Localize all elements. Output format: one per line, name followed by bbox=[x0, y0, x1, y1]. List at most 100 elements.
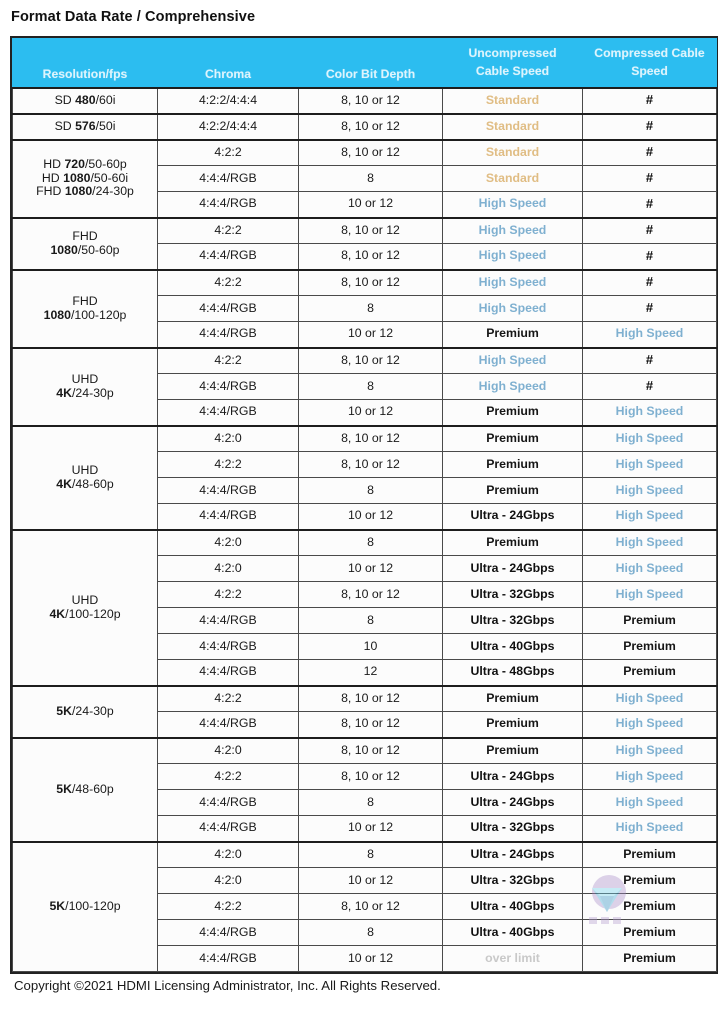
uncompressed-cable-speed-cell-text: High Speed bbox=[478, 222, 547, 237]
table-row: SD 480/60i 4:2:2/4:4:4 8, 10 or 12 Standard… bbox=[12, 86, 717, 114]
resolution-suffix: /24-30p bbox=[72, 385, 114, 400]
resolution-group-cell: SD 480/60i bbox=[12, 86, 158, 114]
chroma-cell: 4:4:4/RGB bbox=[157, 165, 299, 192]
chroma-cell: 4:2:0 bbox=[157, 867, 299, 894]
resolution-line: FHD bbox=[15, 294, 155, 309]
color-bit-depth-cell: 8, 10 or 12 bbox=[298, 711, 443, 738]
resolution-prefix: UHD bbox=[71, 592, 99, 607]
compressed-cable-speed-cell: High Speed bbox=[582, 321, 717, 348]
color-bit-depth-cell: 8 bbox=[298, 528, 443, 556]
chroma-cell: 4:2:2 bbox=[157, 138, 299, 166]
compressed-cable-speed-cell-text: High Speed bbox=[615, 326, 684, 341]
uncompressed-cable-speed-cell-text: Premium bbox=[486, 456, 539, 471]
uncompressed-cable-speed-cell: Standard bbox=[442, 86, 583, 114]
chroma-cell: 4:4:4/RGB bbox=[157, 503, 299, 530]
compressed-cable-speed-cell-text: # bbox=[645, 274, 654, 290]
resolution-line: UHD bbox=[15, 372, 155, 387]
uncompressed-cable-speed-cell-text: Ultra - 32Gbps bbox=[470, 820, 555, 835]
compressed-cable-speed-cell-text: High Speed bbox=[615, 768, 684, 783]
compressed-cable-speed-cell-text: High Speed bbox=[615, 690, 684, 705]
compressed-cable-speed-cell: High Speed bbox=[582, 684, 717, 712]
color-bit-depth-cell: 8 bbox=[298, 165, 443, 192]
chroma-cell: 4:4:4/RGB bbox=[157, 399, 299, 426]
chroma-cell: 4:2:2 bbox=[157, 451, 299, 478]
column-header-uncompressed: Uncompressed Cable Speed bbox=[442, 38, 583, 88]
resolution-suffix: /50-60i bbox=[90, 170, 129, 185]
chroma-cell-text: 4:4:4/RGB bbox=[199, 326, 257, 341]
color-bit-depth-cell: 8 bbox=[298, 789, 443, 816]
color-bit-depth-cell: 12 bbox=[298, 659, 443, 686]
resolution-line: UHD bbox=[15, 592, 155, 608]
color-bit-depth-cell-text: 8, 10 or 12 bbox=[341, 742, 400, 757]
chroma-cell: 4:2:2/4:4:4 bbox=[157, 112, 299, 140]
color-bit-depth-cell: 8, 10 or 12 bbox=[298, 893, 443, 920]
compressed-cable-speed-cell-text: # bbox=[645, 378, 654, 394]
resolution-value: 1080 bbox=[50, 242, 78, 257]
page-title: Format Data Rate / Comprehensive bbox=[11, 9, 256, 25]
color-bit-depth-cell-text: 8, 10 or 12 bbox=[341, 716, 400, 731]
uncompressed-cable-speed-cell: Premium bbox=[442, 321, 583, 348]
color-bit-depth-cell: 10 or 12 bbox=[298, 867, 443, 894]
uncompressed-cable-speed-cell: Premium bbox=[442, 477, 583, 504]
color-bit-depth-cell: 8, 10 or 12 bbox=[298, 216, 443, 244]
compressed-cable-speed-cell: Premium bbox=[582, 633, 717, 660]
color-bit-depth-cell-text: 10 or 12 bbox=[347, 326, 394, 341]
chroma-cell-text: 4:4:4/RGB bbox=[199, 612, 257, 627]
color-bit-depth-cell: 8 bbox=[298, 477, 443, 504]
resolution-value: 1080 bbox=[64, 184, 93, 199]
chroma-cell-text: 4:2:2 bbox=[214, 898, 242, 913]
color-bit-depth-cell-text: 8, 10 or 12 bbox=[341, 248, 400, 263]
uncompressed-cable-speed-cell-text: Ultra - 24Gbps bbox=[470, 768, 555, 783]
color-bit-depth-cell-text: 8, 10 or 12 bbox=[341, 768, 400, 783]
compressed-cable-speed-cell: Premium bbox=[582, 893, 717, 920]
uncompressed-cable-speed-cell-text: Ultra - 24Gbps bbox=[470, 794, 555, 809]
resolution-suffix: /100-120p bbox=[65, 606, 121, 621]
compressed-cable-speed-cell: High Speed bbox=[582, 581, 717, 608]
color-bit-depth-cell: 10 or 12 bbox=[298, 945, 443, 972]
chroma-cell-text: 4:4:4/RGB bbox=[199, 170, 257, 185]
color-bit-depth-cell: 8 bbox=[298, 840, 443, 868]
resolution-value: 1080 bbox=[63, 170, 91, 185]
chroma-cell: 4:4:4/RGB bbox=[157, 243, 299, 270]
compressed-cable-speed-cell-text: Premium bbox=[623, 872, 676, 887]
resolution-line: 5K/24-30p bbox=[15, 704, 155, 719]
color-bit-depth-cell: 10 or 12 bbox=[298, 503, 443, 530]
color-bit-depth-cell-text: 8 bbox=[367, 846, 374, 861]
uncompressed-cable-speed-cell: Ultra - 24Gbps bbox=[442, 789, 583, 816]
chroma-cell-text: 4:4:4/RGB bbox=[199, 638, 257, 653]
resolution-suffix: /50i bbox=[95, 118, 116, 133]
chroma-cell: 4:4:4/RGB bbox=[157, 373, 299, 400]
color-bit-depth-cell: 10 or 12 bbox=[298, 321, 443, 348]
uncompressed-cable-speed-cell: Ultra - 24Gbps bbox=[442, 840, 583, 868]
chroma-cell-text: 4:4:4/RGB bbox=[199, 508, 257, 523]
compressed-cable-speed-cell-text: # bbox=[645, 170, 654, 186]
resolution-group-cell: FHD 1080/50-60p bbox=[12, 216, 158, 270]
chroma-cell-text: 4:4:4/RGB bbox=[199, 924, 257, 939]
color-bit-depth-cell: 8, 10 or 12 bbox=[298, 346, 443, 374]
color-bit-depth-cell: 10 bbox=[298, 633, 443, 660]
uncompressed-cable-speed-cell-text: High Speed bbox=[478, 378, 547, 393]
compressed-cable-speed-cell-text: Premium bbox=[623, 950, 676, 965]
compressed-cable-speed-cell: High Speed bbox=[582, 451, 717, 478]
table-row: 5K/100-120p 4:2:0 8 Ultra - 24Gbps Premium bbox=[12, 840, 717, 972]
uncompressed-cable-speed-cell: Premium bbox=[442, 684, 583, 712]
resolution-value: 480 bbox=[75, 92, 96, 107]
uncompressed-cable-speed-cell-text: High Speed bbox=[478, 274, 547, 289]
compressed-cable-speed-cell: High Speed bbox=[582, 503, 717, 530]
column-header-line: Chroma bbox=[204, 66, 252, 81]
uncompressed-cable-speed-cell: Standard bbox=[442, 112, 583, 140]
compressed-cable-speed-cell: # bbox=[582, 346, 717, 374]
chroma-cell: 4:4:4/RGB bbox=[157, 633, 299, 660]
uncompressed-cable-speed-cell: Ultra - 32Gbps bbox=[442, 815, 583, 842]
resolution-line: 1080/100-120p bbox=[15, 308, 155, 323]
resolution-line: 5K/100-120p bbox=[15, 899, 155, 914]
uncompressed-cable-speed-cell: Standard bbox=[442, 165, 583, 192]
column-header-line: Uncompressed bbox=[468, 46, 557, 61]
table-row: FHD 1080/100-120p 4:2:2 8, 10 or 12 High Spe… bbox=[12, 268, 717, 348]
compressed-cable-speed-cell: High Speed bbox=[582, 399, 717, 426]
uncompressed-cable-speed-cell-text: Premium bbox=[486, 716, 539, 731]
uncompressed-cable-speed-cell: over limit bbox=[442, 945, 583, 972]
chroma-cell: 4:4:4/RGB bbox=[157, 945, 299, 972]
color-bit-depth-cell-text: 8, 10 or 12 bbox=[341, 118, 400, 133]
color-bit-depth-cell-text: 8 bbox=[367, 482, 374, 497]
